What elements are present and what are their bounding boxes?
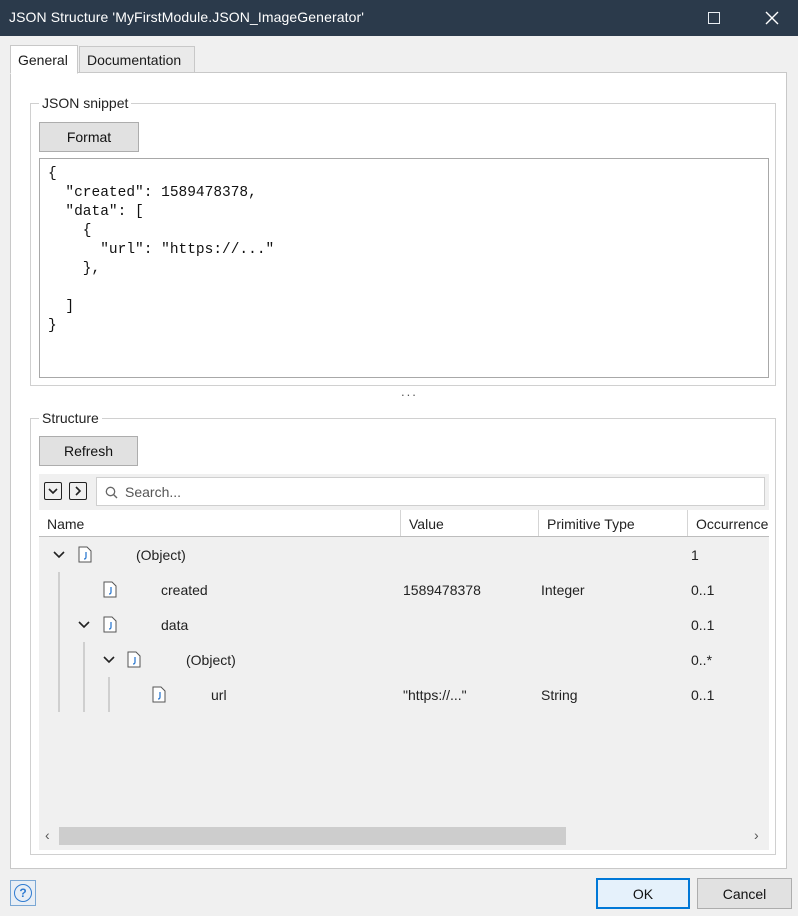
- general-panel: JSON snippet Format { "created": 1589478…: [10, 72, 787, 869]
- node-occurrence: 0..1: [691, 616, 715, 633]
- tree-row[interactable]: created 1589478378 Integer 0..1: [39, 572, 769, 607]
- node-name: (Object): [136, 546, 186, 563]
- tab-documentation[interactable]: Documentation: [79, 46, 195, 73]
- dialog-footer: ? OK Cancel: [0, 870, 798, 916]
- json-node-icon: [152, 686, 166, 703]
- node-type: Integer: [541, 581, 585, 598]
- json-node-icon: [127, 651, 141, 668]
- close-icon: [765, 11, 779, 25]
- json-node-icon: [78, 546, 92, 563]
- chevron-down-icon[interactable]: [77, 618, 91, 632]
- tree-row[interactable]: (Object) 0..*: [39, 642, 769, 677]
- tree-rows: (Object) 1 created 1589478378 Integer 0.…: [39, 537, 769, 823]
- json-snippet-label: JSON snippet: [39, 95, 132, 111]
- node-value: "https://...": [403, 686, 467, 703]
- node-name: created: [161, 581, 208, 598]
- node-name: url: [211, 686, 227, 703]
- scroll-left-icon[interactable]: ‹: [45, 827, 50, 843]
- window-title: JSON Structure 'MyFirstModule.JSON_Image…: [9, 9, 365, 25]
- node-occurrence: 0..*: [691, 651, 713, 668]
- json-node-icon: [103, 581, 117, 598]
- node-name: data: [161, 616, 189, 633]
- node-name: (Object): [186, 651, 236, 668]
- grid-header: Name Value Primitive Type Occurrence: [39, 510, 769, 537]
- chevron-down-icon[interactable]: [102, 653, 116, 667]
- close-button[interactable]: [750, 0, 794, 36]
- format-button[interactable]: Format: [39, 122, 139, 152]
- node-occurrence: 0..1: [691, 581, 715, 598]
- structure-tree: Name Value Primitive Type Occurrence (Ob…: [39, 474, 769, 850]
- tree-row[interactable]: data 0..1: [39, 607, 769, 642]
- json-snippet-group: JSON snippet Format { "created": 1589478…: [30, 95, 776, 386]
- maximize-icon: [708, 12, 720, 24]
- node-value: 1589478378: [403, 581, 481, 598]
- search-icon: [105, 486, 118, 499]
- json-node-icon: [103, 616, 117, 633]
- column-header-value[interactable]: Value: [401, 510, 539, 536]
- help-button[interactable]: ?: [10, 880, 36, 906]
- expand-all-icon[interactable]: [69, 482, 87, 500]
- node-type: String: [541, 686, 578, 703]
- tree-row[interactable]: (Object) 1: [39, 537, 769, 572]
- structure-label: Structure: [39, 410, 102, 426]
- column-header-occurrence[interactable]: Occurrence: [688, 510, 769, 536]
- chevron-down-icon[interactable]: [52, 548, 66, 562]
- node-occurrence: 0..1: [691, 686, 715, 703]
- node-occurrence: 1: [691, 546, 699, 563]
- tree-toolbar: [39, 474, 769, 510]
- splitter-handle[interactable]: ...: [401, 384, 418, 399]
- horizontal-scrollbar[interactable]: ‹ ›: [39, 823, 769, 845]
- refresh-button[interactable]: Refresh: [39, 436, 138, 466]
- title-bar: JSON Structure 'MyFirstModule.JSON_Image…: [0, 0, 798, 36]
- scroll-right-icon[interactable]: ›: [754, 827, 759, 843]
- structure-group: Structure Refresh Name: [30, 410, 776, 855]
- tree-row[interactable]: url "https://..." String 0..1: [39, 677, 769, 712]
- collapse-all-icon[interactable]: [44, 482, 62, 500]
- scrollbar-thumb[interactable]: [59, 827, 566, 845]
- maximize-button[interactable]: [692, 0, 736, 36]
- column-header-name[interactable]: Name: [39, 510, 401, 536]
- search-input[interactable]: [125, 482, 745, 502]
- column-header-primitive-type[interactable]: Primitive Type: [539, 510, 688, 536]
- tab-general[interactable]: General: [10, 45, 78, 74]
- cancel-button[interactable]: Cancel: [697, 878, 792, 909]
- help-icon: ?: [14, 884, 32, 902]
- ok-button[interactable]: OK: [596, 878, 690, 909]
- search-box: [96, 477, 765, 506]
- json-snippet-editor[interactable]: { "created": 1589478378, "data": [ { "ur…: [39, 158, 769, 378]
